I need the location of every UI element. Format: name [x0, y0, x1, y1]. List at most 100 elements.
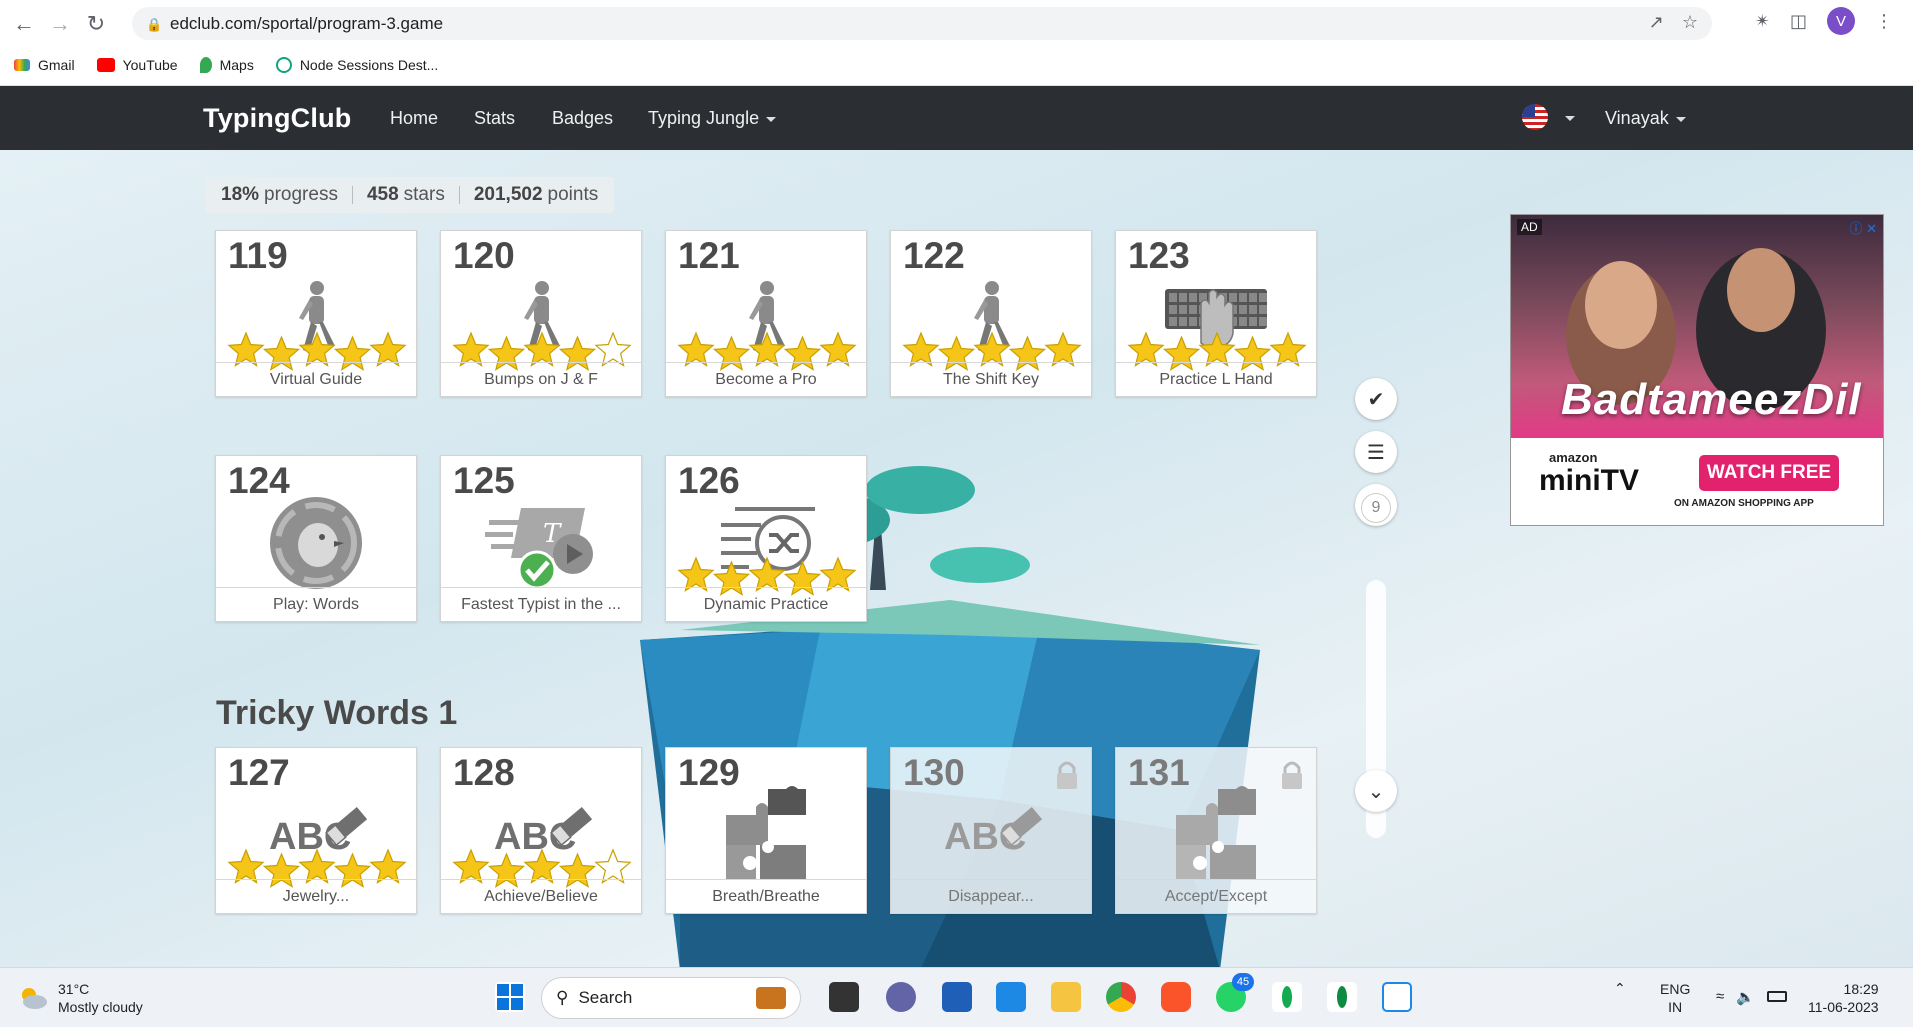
star-icon	[748, 556, 786, 592]
nav-home[interactable]: Home	[390, 108, 438, 129]
puzzle-icon	[666, 785, 866, 881]
lesson-card-130[interactable]: 130 ABC Disappear...	[890, 747, 1092, 914]
volume-icon[interactable]: 🔈	[1736, 988, 1755, 1006]
store-icon[interactable]	[942, 982, 972, 1012]
game-chick-icon	[216, 496, 416, 589]
star-icon	[677, 331, 715, 367]
sidepanel-icon[interactable]: ◫	[1790, 11, 1807, 32]
lesson-label: Play: Words	[216, 587, 416, 621]
youtube-icon	[96, 58, 115, 72]
lesson-label: Practice L Hand	[1116, 362, 1316, 396]
lesson-card-123[interactable]: 123 Practice L Hand	[1115, 230, 1317, 397]
mongodb-compass-icon[interactable]	[1327, 982, 1357, 1012]
chevron-down-icon	[766, 116, 777, 122]
teams-chat-icon[interactable]	[886, 982, 916, 1012]
advertisement[interactable]: AD ⓘ ✕ BadtameezDil amazon miniTV WATCH …	[1510, 214, 1884, 526]
star-icon	[523, 331, 561, 367]
level-indicator[interactable]: 9	[1361, 493, 1391, 523]
lesson-card-124[interactable]: 124 Play: Words	[215, 455, 417, 622]
ad-image: AD ⓘ ✕ BadtameezDil	[1511, 215, 1883, 438]
weather-widget[interactable]: 31°C Mostly cloudy	[18, 980, 143, 1016]
lesson-card-119[interactable]: 119 Virtual Guide	[215, 230, 417, 397]
chevron-up-icon[interactable]: ⌃	[1614, 980, 1626, 997]
star-icon	[227, 848, 265, 884]
lesson-card-128[interactable]: 128 ABC Achieve/Believe	[440, 747, 642, 914]
language-caret-icon[interactable]	[1565, 116, 1575, 121]
weather-text: Mostly cloudy	[58, 999, 143, 1015]
browser-chrome: ← → ↻ 🔒 edclub.com/sportal/program-3.gam…	[0, 0, 1913, 86]
site-logo[interactable]: TypingClub	[203, 103, 351, 134]
file-explorer-icon[interactable]	[1051, 982, 1081, 1012]
star-icon	[298, 331, 336, 367]
extensions-icon[interactable]: ✴	[1755, 11, 1770, 32]
nav-stats[interactable]: Stats	[474, 108, 515, 129]
forward-icon[interactable]: →	[42, 6, 78, 42]
taskbar-search[interactable]: ⚲ Search	[541, 977, 801, 1019]
whatsapp-badge: 45	[1232, 973, 1254, 991]
star-icon	[819, 556, 857, 592]
divider	[351, 186, 353, 204]
bookmark-star-icon[interactable]: ☆	[1682, 12, 1698, 33]
ad-close-icon[interactable]: ⓘ ✕	[1849, 218, 1877, 237]
back-icon[interactable]: ←	[6, 6, 42, 42]
lesson-card-121[interactable]: 121 Become a Pro	[665, 230, 867, 397]
ad-watch-button[interactable]: WATCH FREE	[1699, 455, 1839, 491]
brave-icon[interactable]	[1161, 982, 1191, 1012]
vscode-icon[interactable]	[996, 982, 1026, 1012]
mongodb-icon[interactable]	[1272, 982, 1302, 1012]
star-icon	[452, 331, 490, 367]
gmail-icon	[14, 59, 30, 71]
battery-icon[interactable]	[1766, 991, 1787, 1002]
bookmark-gmail[interactable]: Gmail	[14, 57, 75, 73]
lesson-label: Virtual Guide	[216, 362, 416, 396]
star-icon	[819, 331, 857, 367]
chrome-icon[interactable]	[1106, 982, 1136, 1012]
nav-typing-jungle[interactable]: Typing Jungle	[648, 108, 777, 129]
ad-brand-small: amazon	[1549, 450, 1598, 465]
progress-value: 18%	[221, 184, 260, 205]
lesson-card-129[interactable]: 129 Breath/Breathe	[665, 747, 867, 914]
system-tray: ⌃	[1614, 980, 1626, 997]
lesson-card-131[interactable]: 131 Accept/Except	[1115, 747, 1317, 914]
list-menu-icon[interactable]: ☰	[1355, 431, 1397, 473]
star-icon	[594, 848, 632, 884]
bookmark-youtube[interactable]: YouTube	[96, 57, 178, 73]
wifi-icon[interactable]: ≈	[1716, 988, 1724, 1006]
snipping-tool-icon[interactable]	[1382, 982, 1412, 1012]
scroll-down-icon[interactable]: ⌄	[1355, 770, 1397, 812]
language-flag-icon[interactable]	[1522, 104, 1548, 130]
user-menu[interactable]: Vinayak	[1605, 108, 1686, 129]
windows-start-icon[interactable]	[495, 982, 525, 1012]
address-bar[interactable]: 🔒 edclub.com/sportal/program-3.game ↗ ☆	[132, 7, 1712, 40]
lesson-card-125[interactable]: 125 T Fastest Typist in the ...	[440, 455, 642, 622]
stars-value: 458	[366, 184, 399, 205]
lesson-card-127[interactable]: 127 ABC Jewelry...	[215, 747, 417, 914]
lesson-card-126[interactable]: 126 Dynamic Practice	[665, 455, 867, 622]
cloudy-weather-icon	[22, 988, 47, 1009]
share-icon[interactable]: ↗	[1649, 12, 1664, 33]
profile-avatar[interactable]: V	[1827, 7, 1855, 35]
input-language[interactable]: ENG IN	[1660, 980, 1690, 1016]
nav-badges[interactable]: Badges	[552, 108, 613, 129]
lesson-label: Jewelry...	[216, 879, 416, 913]
divider	[458, 186, 460, 204]
ad-footer: amazon miniTV WATCH FREE ON AMAZON SHOPP…	[1511, 438, 1883, 525]
completed-check-icon[interactable]: ✔	[1355, 378, 1397, 420]
clock[interactable]: 18:29 11-06-2023	[1808, 980, 1879, 1016]
lesson-label: Breath/Breathe	[666, 879, 866, 913]
lesson-card-120[interactable]: 120 Bumps on J & F	[440, 230, 642, 397]
bookmark-maps[interactable]: Maps	[199, 57, 254, 73]
lesson-card-122[interactable]: 122 The Shift Key	[890, 230, 1092, 397]
chevron-down-icon	[1675, 116, 1686, 122]
lock-icon	[1280, 760, 1304, 790]
reload-icon[interactable]: ↻	[78, 6, 114, 42]
task-view-icon[interactable]	[829, 982, 859, 1012]
lesson-label: Accept/Except	[1116, 879, 1316, 913]
windows-taskbar: 31°C Mostly cloudy ⚲ Search 45 ⌃ ENG IN …	[0, 967, 1913, 1027]
ad-subtext: ON AMAZON SHOPPING APP	[1674, 498, 1814, 509]
menu-dots-icon[interactable]: ⋮	[1875, 11, 1893, 32]
star-icon	[973, 331, 1011, 367]
star-icon	[1269, 331, 1307, 367]
bookmark-node-sessions[interactable]: Node Sessions Dest...	[275, 57, 438, 73]
lesson-label: Dynamic Practice	[666, 587, 866, 621]
